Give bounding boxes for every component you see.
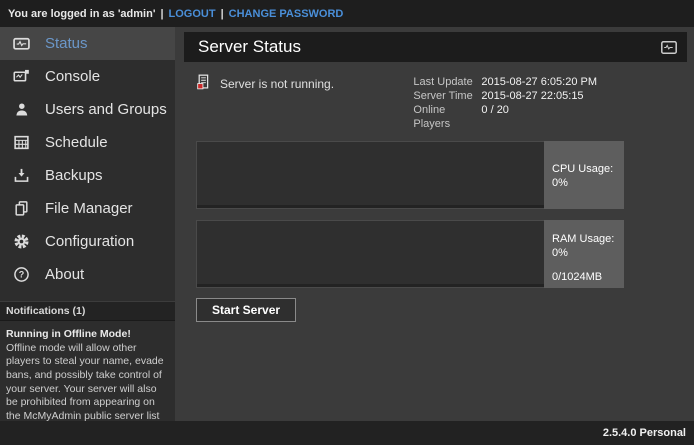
schedule-icon bbox=[13, 134, 30, 151]
page-header: Server Status bbox=[184, 32, 687, 62]
sidebar-item-users-and-groups[interactable]: Users and Groups bbox=[0, 93, 175, 126]
start-server-button[interactable]: Start Server bbox=[196, 298, 296, 322]
sidebar-item-label: Configuration bbox=[45, 233, 134, 250]
sidebar-item-backups[interactable]: Backups bbox=[0, 159, 175, 192]
separator: | bbox=[221, 8, 224, 20]
change-password-link[interactable]: CHANGE PASSWORD bbox=[229, 8, 344, 20]
cpu-usage-panel: CPU Usage: 0% bbox=[544, 141, 624, 209]
ram-usage-gauge: RAM Usage: 0% 0/1024MB bbox=[196, 220, 624, 288]
server-state-message: Server is not running. bbox=[220, 75, 334, 91]
question-icon: ? bbox=[13, 266, 30, 283]
server-stopped-icon bbox=[196, 74, 211, 90]
logout-link[interactable]: LOGOUT bbox=[169, 8, 216, 20]
users-icon bbox=[13, 101, 30, 118]
status-icon bbox=[13, 35, 30, 52]
sidebar-item-label: Backups bbox=[45, 167, 103, 184]
console-icon bbox=[13, 68, 30, 85]
logged-in-text: You are logged in as 'admin' bbox=[8, 8, 155, 20]
server-status-row: Server is not running. Last Update 2015-… bbox=[196, 75, 675, 131]
separator: | bbox=[160, 8, 163, 20]
ram-usage-value: 0% bbox=[552, 246, 624, 260]
ram-usage-chart bbox=[196, 220, 544, 288]
cpu-usage-gauge: CPU Usage: 0% bbox=[196, 141, 624, 209]
svg-text:?: ? bbox=[19, 270, 25, 280]
footer-bar: 2.5.4.0 Personal bbox=[0, 421, 694, 445]
backups-icon bbox=[13, 167, 30, 184]
sidebar-item-schedule[interactable]: Schedule bbox=[0, 126, 175, 159]
mcmyadmin-window: You are logged in as 'admin' | LOGOUT | … bbox=[0, 0, 694, 445]
sidebar-item-status[interactable]: Status bbox=[0, 27, 175, 60]
sidebar-item-label: Status bbox=[45, 35, 88, 52]
sidebar-item-console[interactable]: Console bbox=[0, 60, 175, 93]
cpu-usage-label: CPU Usage: bbox=[552, 162, 624, 176]
info-label: Online Players bbox=[413, 103, 481, 131]
page-title: Server Status bbox=[198, 37, 301, 57]
server-state: Server is not running. bbox=[196, 75, 413, 91]
sidebar-item-label: About bbox=[45, 266, 84, 283]
cpu-usage-chart bbox=[196, 141, 544, 209]
sidebar: Status Console Users and Groups Schedule bbox=[0, 27, 175, 421]
gear-icon bbox=[13, 233, 30, 250]
ram-usage-label: RAM Usage: bbox=[552, 232, 624, 246]
version-label: 2.5.4.0 Personal bbox=[603, 427, 686, 439]
server-info-table: Last Update 2015-08-27 6:05:20 PM Server… bbox=[413, 75, 597, 131]
info-label: Server Time bbox=[413, 89, 481, 103]
sidebar-item-about[interactable]: ? About bbox=[0, 258, 175, 291]
sidebar-item-label: Users and Groups bbox=[45, 101, 167, 118]
sidebar-item-label: Schedule bbox=[45, 134, 108, 151]
sidebar-item-label: File Manager bbox=[45, 200, 133, 217]
ram-usage-detail: 0/1024MB bbox=[552, 270, 624, 284]
info-value: 0 / 20 bbox=[481, 103, 509, 131]
top-bar: You are logged in as 'admin' | LOGOUT | … bbox=[0, 0, 694, 27]
body-row: Status Console Users and Groups Schedule bbox=[0, 27, 694, 421]
info-row-online-players: Online Players 0 / 20 bbox=[413, 103, 597, 131]
sidebar-item-configuration[interactable]: Configuration bbox=[0, 225, 175, 258]
sidebar-item-label: Console bbox=[45, 68, 100, 85]
info-value: 2015-08-27 6:05:20 PM bbox=[481, 75, 597, 89]
info-value: 2015-08-27 22:05:15 bbox=[481, 89, 583, 103]
ram-usage-panel: RAM Usage: 0% 0/1024MB bbox=[544, 220, 624, 288]
info-row-last-update: Last Update 2015-08-27 6:05:20 PM bbox=[413, 75, 597, 89]
sidebar-item-file-manager[interactable]: File Manager bbox=[0, 192, 175, 225]
notification-title: Running in Offline Mode! bbox=[6, 328, 169, 342]
info-row-server-time: Server Time 2015-08-27 22:05:15 bbox=[413, 89, 597, 103]
cpu-usage-value: 0% bbox=[552, 176, 624, 190]
main-panel: Server Status Server is not running. Las… bbox=[175, 27, 694, 421]
notifications-header: Notifications (1) bbox=[0, 301, 175, 321]
file-manager-icon bbox=[13, 200, 30, 217]
info-label: Last Update bbox=[413, 75, 481, 89]
status-icon bbox=[661, 41, 677, 54]
